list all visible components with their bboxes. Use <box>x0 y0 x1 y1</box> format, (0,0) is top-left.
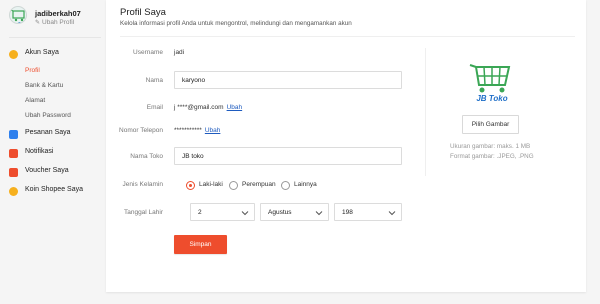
name-input[interactable]: karyono <box>174 71 402 89</box>
sidebar-item-pesanan-saya[interactable]: Pesanan Saya <box>9 128 104 142</box>
radio-checked-icon <box>186 181 195 190</box>
gender-option-label: Perempuan <box>242 181 276 188</box>
shop-name-input[interactable]: JB toko <box>174 147 402 165</box>
birth-day-select[interactable]: 2 <box>190 203 255 221</box>
birth-year-select[interactable]: 198 <box>334 203 402 221</box>
sidebar-item-label: Voucher Saya <box>25 167 69 174</box>
sidebar-subitem-alamat[interactable]: Alamat <box>25 97 45 104</box>
shop-name-label: Nama Toko <box>130 153 163 160</box>
chevron-down-icon <box>315 211 323 216</box>
sidebar-item-label: Koin Shopee Saya <box>25 186 83 193</box>
sidebar-item-koin-shopee-saya[interactable]: Koin Shopee Saya <box>9 185 104 199</box>
sidebar-divider <box>9 37 101 38</box>
username-label: Username <box>133 49 163 56</box>
page-title: Profil Saya <box>120 7 166 18</box>
birth-month-value: Agustus <box>268 209 292 216</box>
coin-icon <box>9 187 18 196</box>
edit-profile-link[interactable]: ✎ Ubah Profil <box>35 19 74 26</box>
sidebar-subitem-bank-kartu[interactable]: Bank & Kartu <box>25 82 63 89</box>
gender-option-label: Lainnya <box>294 181 317 188</box>
radio-icon <box>281 181 290 190</box>
shop-logo: JB Toko <box>467 59 515 105</box>
phone-change-link[interactable]: Ubah <box>205 127 221 134</box>
username: jadiberkah07 <box>35 9 81 18</box>
page-subtitle: Kelola informasi profil Anda untuk mengo… <box>120 20 352 27</box>
logo-text: JB Toko <box>476 94 507 103</box>
sidebar-item-label: Pesanan Saya <box>25 129 71 136</box>
panel-divider <box>425 48 426 176</box>
sidebar-subitem-ubah-password[interactable]: Ubah Password <box>25 112 71 119</box>
svg-text:JB: JB <box>17 21 21 24</box>
chevron-down-icon <box>388 211 396 216</box>
gender-label: Jenis Kelamin <box>122 181 163 188</box>
gender-radio-other[interactable]: Lainnya <box>281 180 326 192</box>
username-value: jadi <box>174 49 185 56</box>
avatar[interactable]: JB <box>9 6 27 24</box>
sidebar-item-label: Notifikasi <box>25 148 54 155</box>
phone-label: Nomor Telepon <box>119 127 163 134</box>
image-size-hint: Ukuran gambar: maks. 1 MB <box>450 143 531 150</box>
ticket-icon <box>9 168 18 177</box>
radio-icon <box>229 181 238 190</box>
save-button[interactable]: Simpan <box>174 235 227 254</box>
gender-option-label: Laki-laki <box>199 181 223 188</box>
birth-month-select[interactable]: Agustus <box>260 203 329 221</box>
gender-radio-female[interactable]: Perempuan <box>229 180 281 192</box>
chevron-down-icon <box>241 211 249 216</box>
pencil-icon: ✎ <box>35 20 41 26</box>
phone-text: *********** <box>174 127 202 134</box>
sidebar-item-akun-saya[interactable]: Akun Saya <box>9 48 104 62</box>
sidebar-item-voucher-saya[interactable]: Voucher Saya <box>9 166 104 180</box>
edit-profile-label: Ubah Profil <box>42 19 75 26</box>
sidebar-item-label: Akun Saya <box>25 49 59 56</box>
birth-day-value: 2 <box>198 209 202 216</box>
pick-image-button[interactable]: Pilih Gambar <box>462 115 519 134</box>
email-value: j ****@gmail.com Ubah <box>174 104 242 111</box>
birth-date-label: Tanggal Lahir <box>123 209 163 216</box>
bell-icon <box>9 149 18 158</box>
sidebar-item-notifikasi[interactable]: Notifikasi <box>9 147 104 161</box>
user-icon <box>9 50 18 59</box>
image-format-hint: Format gambar: .JPEG, .PNG <box>450 153 534 160</box>
clipboard-icon <box>9 130 18 139</box>
sidebar: JB jadiberkah07 ✎ Ubah Profil Akun Saya P… <box>0 0 104 304</box>
email-label: Email <box>146 104 163 111</box>
name-label: Nama <box>145 77 163 84</box>
shop-cart-avatar-icon: JB <box>10 9 25 24</box>
sidebar-subitem-profil[interactable]: Profil <box>25 67 40 74</box>
shopping-cart-logo-icon: JB Toko <box>469 64 511 103</box>
birth-year-value: 198 <box>342 209 353 216</box>
user-summary: JB jadiberkah07 ✎ Ubah Profil <box>9 6 104 28</box>
email-text: j ****@gmail.com <box>174 104 224 111</box>
email-change-link[interactable]: Ubah <box>227 104 243 111</box>
phone-value: *********** Ubah <box>174 127 220 134</box>
gender-radio-male[interactable]: Laki-laki <box>186 180 234 192</box>
header-divider <box>120 36 575 37</box>
